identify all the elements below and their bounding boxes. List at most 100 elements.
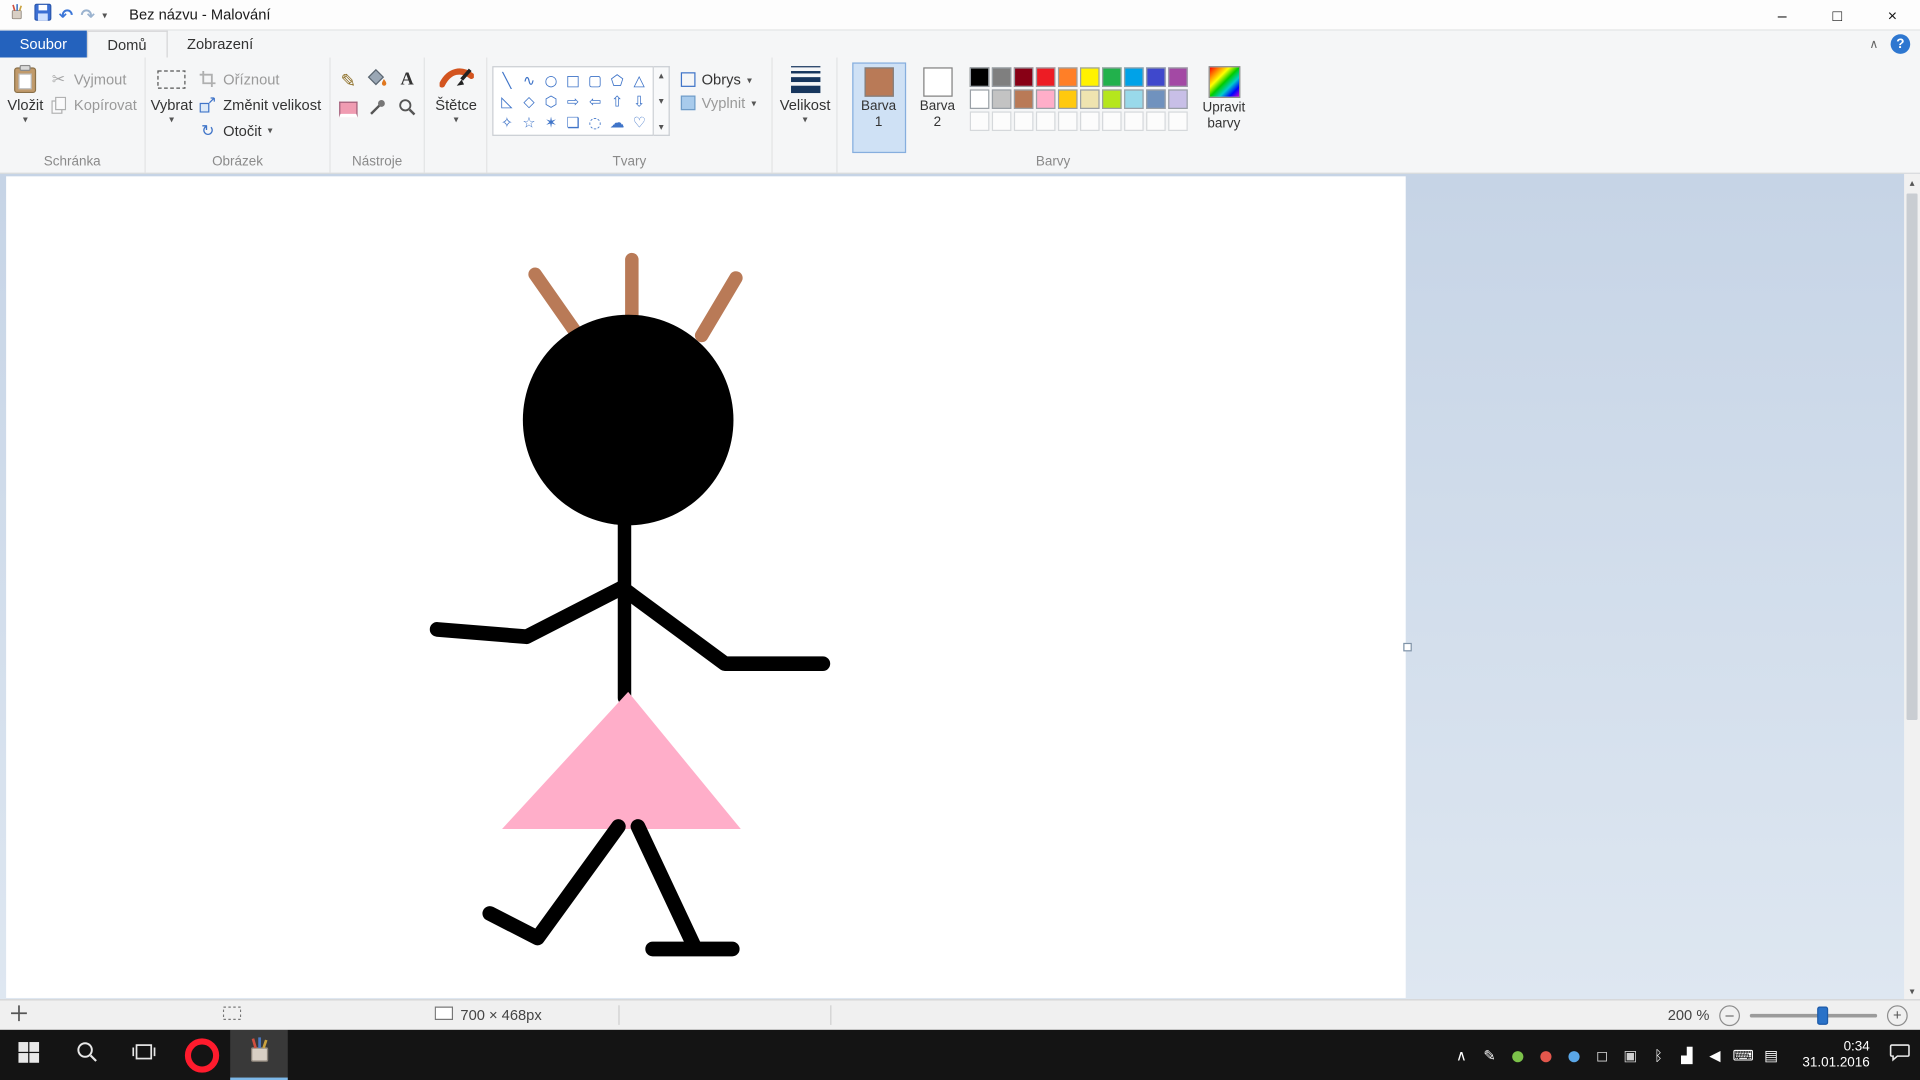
- bluetooth-icon[interactable]: ᛒ: [1644, 1046, 1672, 1063]
- magnifier-tool[interactable]: [393, 96, 421, 124]
- palette-swatch[interactable]: [991, 89, 1011, 109]
- shape-callout-rounded[interactable]: ◌: [584, 111, 606, 132]
- shapes-scroll-up-button[interactable]: ▴: [659, 70, 664, 81]
- paste-button[interactable]: Vložit ▾: [7, 61, 43, 153]
- minimize-button[interactable]: –: [1755, 0, 1810, 29]
- save-button[interactable]: [34, 3, 51, 26]
- fill-tool[interactable]: [364, 66, 392, 94]
- palette-swatch[interactable]: [1079, 67, 1099, 87]
- vertical-scrollbar[interactable]: ▴ ▾: [1904, 174, 1920, 999]
- scrollbar-thumb[interactable]: [1907, 193, 1918, 720]
- tab-home[interactable]: Domů: [87, 31, 168, 58]
- tray-icon-display[interactable]: ▣: [1616, 1046, 1644, 1063]
- palette-swatch[interactable]: [1146, 67, 1166, 87]
- customize-qat-button[interactable]: ▾: [102, 9, 107, 20]
- shape-hexagon[interactable]: ⇨: [562, 91, 584, 112]
- pencil-tool[interactable]: ✎: [334, 66, 362, 94]
- shape-arrow-right[interactable]: ⇦: [584, 91, 606, 112]
- palette-swatch[interactable]: [1057, 89, 1077, 109]
- zoom-in-button[interactable]: +: [1887, 1005, 1908, 1026]
- palette-swatch[interactable]: [1123, 67, 1143, 87]
- keyboard-icon[interactable]: ⌨: [1729, 1046, 1757, 1063]
- taskbar-paint-button[interactable]: [230, 1030, 288, 1080]
- resize-button[interactable]: Změnit velikost: [193, 92, 328, 118]
- shape-line[interactable]: ╲: [496, 70, 518, 91]
- tab-view[interactable]: Zobrazení: [167, 31, 272, 58]
- copy-button[interactable]: Kopírovat: [43, 92, 143, 118]
- shapes-scroll-down-button[interactable]: ▾: [659, 96, 664, 107]
- shape-star-6[interactable]: ❏: [562, 111, 584, 132]
- shape-star-5[interactable]: ✶: [540, 111, 562, 132]
- tray-icon-app-blue[interactable]: ●: [1560, 1046, 1588, 1063]
- action-center-button[interactable]: [1878, 1042, 1920, 1068]
- outline-button[interactable]: Obrys ▾: [681, 71, 756, 88]
- tray-icon-hidden-icons[interactable]: ∧: [1447, 1046, 1475, 1063]
- canvas-resize-handle[interactable]: [1403, 643, 1412, 652]
- palette-swatch[interactable]: [1168, 67, 1188, 87]
- cut-button[interactable]: ✂ Vyjmout: [43, 66, 143, 92]
- zoom-out-button[interactable]: –: [1719, 1005, 1740, 1026]
- zoom-slider[interactable]: [1750, 1013, 1877, 1017]
- tray-icon-app-green[interactable]: ●: [1504, 1046, 1532, 1063]
- scroll-up-icon[interactable]: ▴: [1910, 174, 1915, 191]
- palette-swatch[interactable]: [1035, 89, 1055, 109]
- network-icon[interactable]: ▟: [1673, 1046, 1701, 1063]
- color2-button[interactable]: Barva 2: [910, 62, 964, 153]
- shape-rectangle[interactable]: □: [562, 70, 584, 91]
- shape-arrow-down[interactable]: ✧: [496, 111, 518, 132]
- volume-icon[interactable]: ◀: [1701, 1046, 1729, 1063]
- shape-arrow-up[interactable]: ⇩: [628, 91, 650, 112]
- taskbar-opera-button[interactable]: [173, 1030, 231, 1080]
- shape-rounded-rectangle[interactable]: ▢: [584, 70, 606, 91]
- color1-button[interactable]: Barva 1: [852, 62, 906, 153]
- help-button[interactable]: ?: [1891, 34, 1911, 54]
- palette-swatch[interactable]: [969, 89, 989, 109]
- taskbar-search-button[interactable]: [58, 1030, 116, 1080]
- tray-icon-messaging[interactable]: ◻: [1588, 1046, 1616, 1063]
- collapse-ribbon-button[interactable]: ∧: [1869, 37, 1878, 50]
- palette-swatch[interactable]: [1101, 89, 1121, 109]
- shape-pentagon[interactable]: ⬡: [540, 91, 562, 112]
- shape-oval[interactable]: ○: [540, 70, 562, 91]
- shape-arrow-left[interactable]: ⇧: [606, 91, 628, 112]
- shape-fill-button[interactable]: Vyplnit ▾: [681, 94, 756, 111]
- palette-swatch[interactable]: [1101, 67, 1121, 87]
- palette-swatch[interactable]: [1168, 89, 1188, 109]
- palette-swatch[interactable]: [1035, 67, 1055, 87]
- shape-callout-oval[interactable]: ☁: [606, 111, 628, 132]
- zoom-slider-thumb[interactable]: [1817, 1006, 1828, 1024]
- palette-swatch[interactable]: [991, 67, 1011, 87]
- shape-polygon[interactable]: ⬠: [606, 70, 628, 91]
- edit-colors-button[interactable]: Upravit barvy: [1192, 62, 1256, 153]
- task-view-button[interactable]: [115, 1030, 173, 1080]
- tab-file[interactable]: Soubor: [0, 31, 87, 58]
- shape-callout-cloud[interactable]: ♡: [628, 111, 650, 132]
- crop-button[interactable]: Oříznout: [193, 66, 328, 92]
- palette-swatch[interactable]: [1079, 89, 1099, 109]
- touch-keyboard-icon[interactable]: ▤: [1757, 1046, 1785, 1063]
- shape-triangle[interactable]: △: [628, 70, 650, 91]
- tray-icon-app-red[interactable]: ●: [1532, 1046, 1560, 1063]
- redo-button[interactable]: ↷: [80, 5, 94, 25]
- palette-swatch[interactable]: [1057, 67, 1077, 87]
- scroll-down-icon[interactable]: ▾: [1910, 982, 1915, 999]
- shape-diamond[interactable]: ◇: [518, 91, 540, 112]
- palette-swatch[interactable]: [969, 67, 989, 87]
- rotate-button[interactable]: ↻ Otočit ▾: [193, 118, 328, 144]
- text-tool[interactable]: A: [393, 66, 421, 94]
- brushes-button[interactable]: Štětce ▾: [430, 61, 483, 153]
- tray-icon-pen[interactable]: ✎: [1476, 1046, 1504, 1063]
- taskbar-clock[interactable]: 0:34 31.01.2016: [1791, 1039, 1869, 1071]
- shape-right-triangle[interactable]: ◺: [496, 91, 518, 112]
- undo-button[interactable]: ↶: [59, 5, 73, 25]
- shape-star-4[interactable]: ☆: [518, 111, 540, 132]
- palette-swatch[interactable]: [1146, 89, 1166, 109]
- palette-swatch[interactable]: [1013, 67, 1033, 87]
- close-button[interactable]: ×: [1865, 0, 1920, 29]
- palette-swatch[interactable]: [1013, 89, 1033, 109]
- shape-curve[interactable]: ∿: [518, 70, 540, 91]
- palette-swatch[interactable]: [1123, 89, 1143, 109]
- shapes-more-button[interactable]: ▾: [659, 121, 664, 132]
- paint-canvas[interactable]: [6, 176, 1406, 998]
- eraser-tool[interactable]: [334, 96, 362, 124]
